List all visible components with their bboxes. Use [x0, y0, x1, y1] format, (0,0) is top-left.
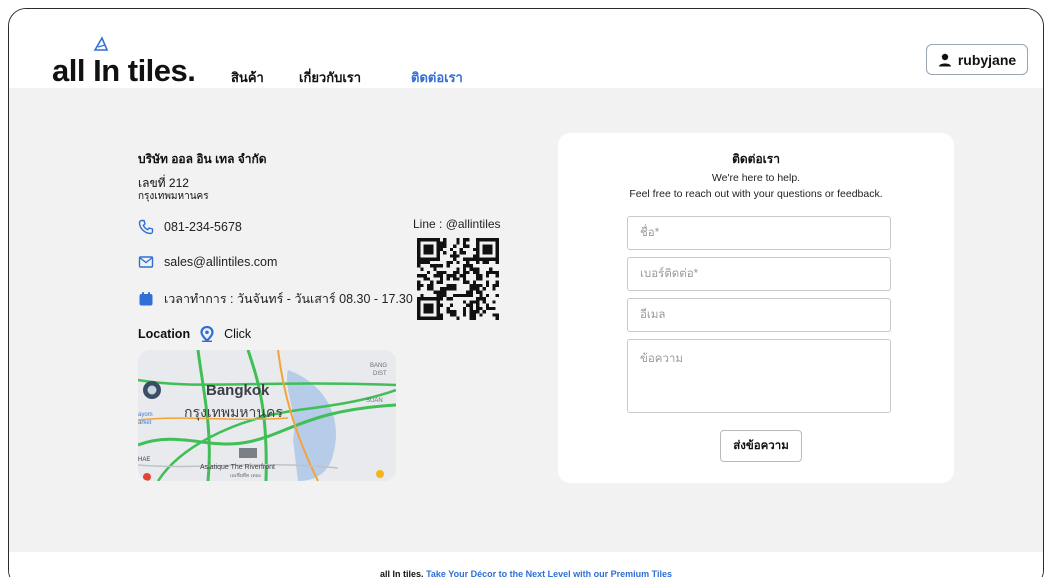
map-label-asiatique-thai: เอเชียทีค เดอะ: [230, 472, 262, 479]
company-name: บริษัท ออล อิน เทล จำกัด: [138, 152, 267, 166]
line-qr-code[interactable]: [417, 238, 499, 320]
calendar-icon: [139, 292, 153, 306]
name-field[interactable]: [627, 216, 891, 250]
address-line-2: กรุงเทพมหานคร: [138, 191, 209, 202]
send-message-button[interactable]: ส่งข้อความ: [720, 430, 802, 462]
phone-icon: [138, 219, 154, 235]
footer-tagline: Take Your Décor to the Next Level with o…: [426, 569, 672, 577]
map-pin-icon[interactable]: [200, 326, 214, 342]
line-id: Line : @allintiles: [413, 217, 501, 231]
location-label: Location: [138, 327, 191, 341]
footer: all In tiles. Take Your Décor to the Nex…: [9, 552, 1043, 577]
map-image: Bangkok กรุงเทพมหานคร Asiatique The Rive…: [138, 350, 396, 481]
form-title: ติดต่อเรา: [732, 152, 780, 166]
email-address[interactable]: sales@allintiles.com: [164, 255, 277, 269]
map-label-bangkok-thai: กรุงเทพมหานคร: [184, 404, 283, 421]
user-icon: [938, 53, 951, 66]
location-map[interactable]: Bangkok กรุงเทพมหานคร Asiatique The Rive…: [138, 350, 396, 481]
message-field[interactable]: [627, 339, 891, 413]
email-field[interactable]: [627, 298, 891, 332]
phone-row: 081-234-5678: [138, 219, 242, 235]
user-account-button[interactable]: rubyjane: [926, 44, 1028, 75]
nav-products[interactable]: สินค้า: [231, 67, 264, 88]
map-label-hae: HAE: [138, 457, 150, 463]
mail-icon: [138, 256, 154, 268]
footer-brand: all In tiles.: [380, 569, 424, 577]
logo-arrow-icon: [93, 36, 109, 51]
contact-form-card: ติดต่อเรา We're here to help. Feel free …: [558, 133, 954, 483]
top-navbar: all In tiles. สินค้า เกี่ยวกับเรา ติดต่อ…: [9, 9, 1043, 88]
map-label-asiatique: Asiatique The Riverfront: [200, 464, 275, 471]
location-row: Location Click: [138, 326, 251, 342]
contact-section: บริษัท ออล อิน เทล จำกัด เลขที่ 212 กรุง…: [9, 88, 1043, 552]
nav-about[interactable]: เกี่ยวกับเรา: [299, 67, 361, 88]
business-hours: เวลาทำการ : วันจันทร์ - วันเสาร์ 08.30 -…: [164, 292, 413, 306]
map-label-bangkok: Bangkok: [206, 382, 270, 399]
form-subtitle-2: Feel free to reach out with your questio…: [629, 188, 883, 200]
brand-logo[interactable]: all In tiles.: [52, 53, 196, 89]
map-label-dist: DIST: [373, 371, 387, 377]
map-label-arket: arket: [138, 420, 152, 426]
footer-text: all In tiles. Take Your Décor to the Nex…: [9, 569, 1043, 577]
location-click-link[interactable]: Click: [224, 327, 251, 341]
hours-row: เวลาทำการ : วันจันทร์ - วันเสาร์ 08.30 -…: [138, 289, 413, 309]
app-window: all In tiles. สินค้า เกี่ยวกับเรา ติดต่อ…: [8, 8, 1044, 577]
map-label-suan: SUAN: [366, 398, 383, 404]
phone-field[interactable]: [627, 257, 891, 291]
form-subtitle-1: We're here to help.: [711, 172, 801, 184]
email-row: sales@allintiles.com: [138, 254, 277, 270]
nav-contact[interactable]: ติดต่อเรา: [411, 67, 463, 88]
phone-number[interactable]: 081-234-5678: [164, 220, 242, 234]
username-label: rubyjane: [957, 51, 1017, 68]
map-label-bang: BANG: [370, 363, 387, 369]
map-label-ayom: ayom: [138, 412, 153, 418]
